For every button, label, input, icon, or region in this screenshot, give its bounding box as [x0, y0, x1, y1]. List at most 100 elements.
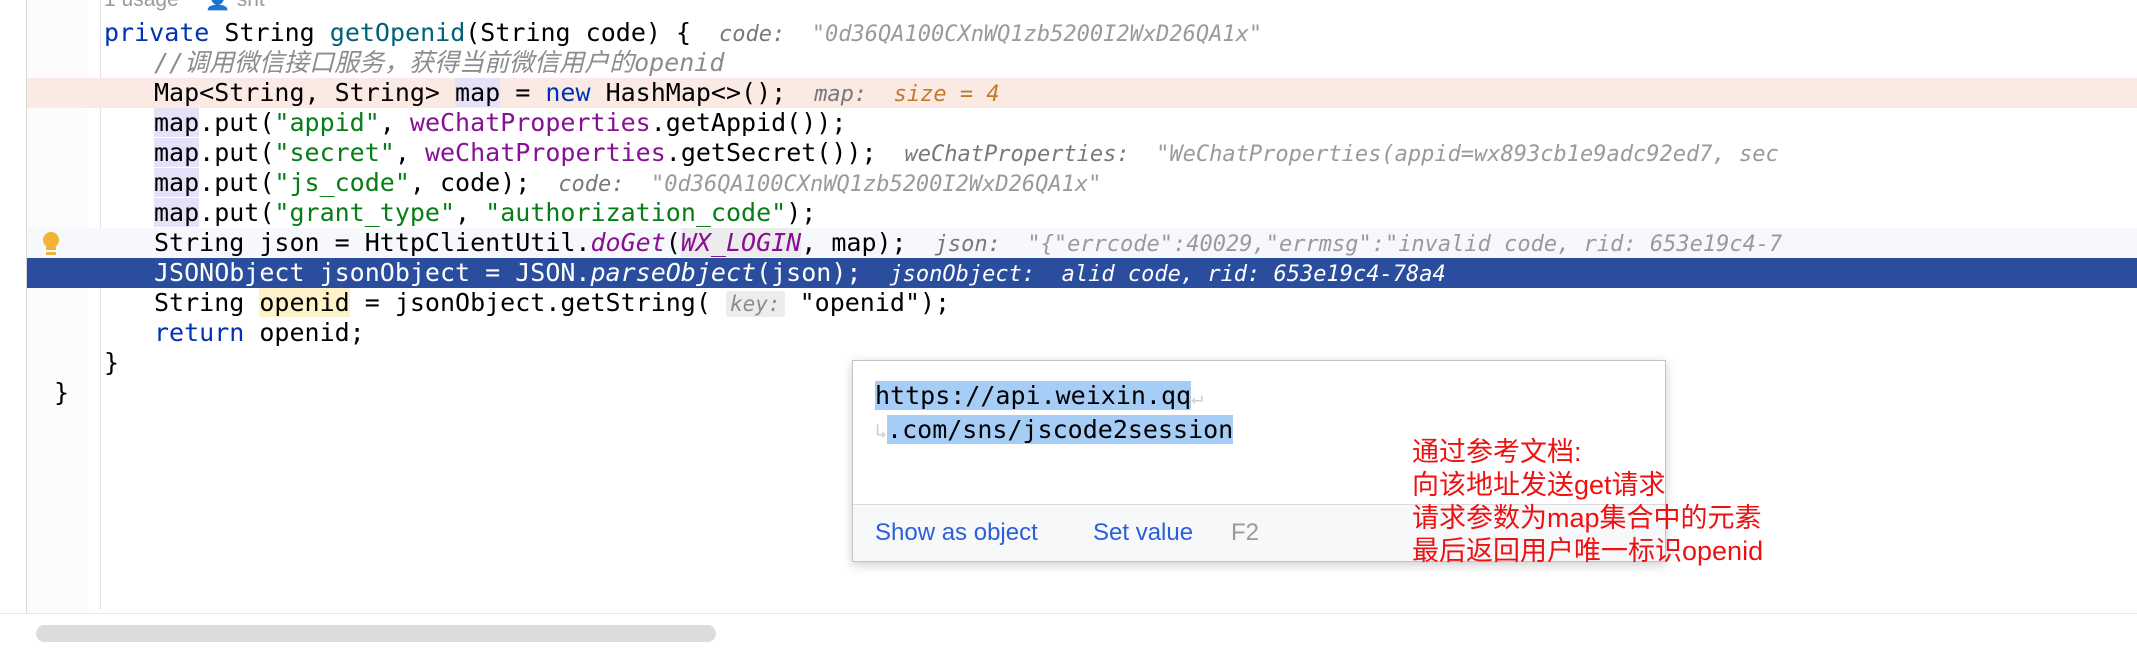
- line-put-secret-seg-5: .getSecret());: [665, 138, 877, 167]
- line-put-secret-seg-2: "secret": [274, 138, 395, 167]
- line-close-class-seg-0: }: [54, 378, 70, 407]
- line-put-granttype-seg-3: ,: [455, 198, 486, 227]
- line-parseobject-hint-key: jsonObject:: [889, 262, 1062, 287]
- line-put-jscode-seg-3: , code);: [409, 168, 531, 197]
- line-put-jscode-seg-0: map: [154, 168, 200, 197]
- line-doget-text: String json = HttpClientUtil.doGet(WX_LO…: [154, 228, 907, 258]
- line-signature-hint-value: "0d36QA100CXnWQ1zb5200I2WxD26QA1x": [811, 22, 1263, 47]
- line-signature-seg-2: getOpenid: [329, 18, 466, 47]
- wrap-arrow-icon: ↵: [1191, 385, 1204, 409]
- line-put-secret-seg-1: .put(: [199, 138, 275, 167]
- line-doget-hint-key: json:: [934, 232, 1028, 257]
- line-getstring-text: String openid = jsonObject.getString( ke…: [154, 288, 950, 319]
- line-parseobject-inline-hint[interactable]: jsonObject: alid code, rid: 653e19c4-78a…: [889, 258, 1445, 290]
- line-put-granttype[interactable]: map.put("grant_type", "authorization_cod…: [0, 198, 2137, 228]
- line-put-jscode-hint-value: "0d36QA100CXnWQ1zb5200I2WxD26QA1x": [651, 172, 1102, 197]
- annotation-line-0: 通过参考文档:: [1412, 437, 1582, 467]
- line-map-decl-inline-hint[interactable]: map: size = 4: [814, 78, 999, 110]
- line-getstring-seg-2: = jsonObject.getString(: [349, 288, 726, 317]
- line-put-secret-seg-3: ,: [394, 138, 425, 167]
- line-getstring-seg-0: String: [154, 288, 260, 317]
- line-doget-seg-0: String json = HttpClientUtil.: [154, 228, 591, 257]
- show-as-object-link[interactable]: Show as object: [875, 519, 1038, 547]
- line-doget-inline-hint[interactable]: json: "{"errcode":40029,"errmsg":"invali…: [935, 228, 1783, 260]
- line-map-decl-seg-4: HashMap<>();: [605, 78, 787, 107]
- line-put-jscode[interactable]: map.put("js_code", code); code: "0d36QA10…: [0, 168, 2137, 198]
- line-put-appid[interactable]: map.put("appid", weChatProperties.getApp…: [0, 108, 2137, 138]
- line-getstring[interactable]: String openid = jsonObject.getString( ke…: [0, 288, 2137, 318]
- line-put-appid-seg-4: weChatProperties: [409, 108, 651, 137]
- annotation-line-1: 向该地址发送get请求: [1412, 470, 1666, 500]
- line-getstring-seg-3: key:: [725, 291, 785, 317]
- line-map-decl-text: Map<String, String> map = new HashMap<>(…: [154, 78, 786, 108]
- set-value-shortcut-label: F2: [1231, 519, 1260, 546]
- line-return[interactable]: return openid;: [0, 318, 2137, 348]
- line-doget-seg-1: doGet: [590, 228, 666, 257]
- set-value-link[interactable]: Set value: [1093, 519, 1193, 547]
- line-doget-seg-4: , map);: [801, 228, 907, 257]
- code-comment: //调用微信接口服务，获得当前微信用户的openid: [154, 48, 725, 77]
- line-put-jscode-seg-2: "js_code": [274, 168, 410, 197]
- line-parseobject-text: JSONObject jsonObject = JSON.parseObject…: [154, 258, 861, 288]
- line-return-text: return openid;: [154, 318, 365, 348]
- line-put-secret-hint-value: "WeChatProperties(appid=wx893cb1e9adc92e…: [1156, 142, 1779, 167]
- line-put-secret-seg-4: weChatProperties: [424, 138, 666, 167]
- line-doget-seg-3: WX_LOGIN: [680, 228, 802, 257]
- line-signature-hint-key: code:: [719, 22, 812, 47]
- ide-editor-screen: 1 usage👤 sht private String getOpenid(St…: [0, 0, 2137, 664]
- line-doget[interactable]: String json = HttpClientUtil.doGet(WX_LO…: [0, 228, 2137, 258]
- line-parseobject-seg-1: parseObject: [590, 258, 757, 287]
- line-signature-seg-1: String: [224, 18, 330, 47]
- line-put-secret-hint-key: weChatProperties:: [904, 142, 1157, 167]
- line-put-jscode-hint-key: code:: [558, 172, 652, 197]
- popup-url-line-1: https://api.weixin.qq↵: [875, 381, 1204, 410]
- line-parseobject-hint-value: alid code, rid: 653e19c4-78a4: [1061, 262, 1446, 287]
- line-map-decl-seg-2: =: [500, 78, 546, 107]
- popup-url-line-2: ↳.com/sns/jscode2session: [875, 415, 1234, 444]
- line-parseobject-seg-0: JSONObject jsonObject = JSON.: [154, 258, 591, 287]
- line-put-secret[interactable]: map.put("secret", weChatProperties.getSe…: [0, 138, 2137, 168]
- line-put-secret-text: map.put("secret", weChatProperties.getSe…: [154, 138, 877, 168]
- line-comment-text: //调用微信接口服务，获得当前微信用户的openid: [154, 48, 724, 78]
- wrap-arrow-icon-2: ↳: [875, 419, 888, 443]
- line-getstring-seg-4: "openid");: [784, 288, 951, 317]
- red-annotation-note: 通过参考文档: 向该地址发送get请求 请求参数为map集合中的元素 最后返回用户唯一…: [1412, 436, 1763, 568]
- line-signature-text: private String getOpenid(String code) {: [104, 18, 691, 48]
- line-comment[interactable]: //调用微信接口服务，获得当前微信用户的openid: [0, 48, 2137, 78]
- line-put-granttype-seg-5: );: [786, 198, 817, 227]
- line-close-method-seg-0: }: [104, 348, 120, 377]
- line-map-decl[interactable]: Map<String, String> map = new HashMap<>(…: [0, 78, 2137, 108]
- line-doget-hint-value: "{"errcode":40029,"errmsg":"invalid code…: [1027, 232, 1783, 257]
- line-put-secret-seg-0: map: [154, 138, 200, 167]
- line-put-granttype-seg-2: "grant_type": [274, 198, 456, 227]
- line-put-jscode-inline-hint[interactable]: code: "0d36QA100CXnWQ1zb5200I2WxD26QA1x": [558, 168, 1101, 200]
- line-put-granttype-seg-0: map: [154, 198, 200, 227]
- line-parseobject[interactable]: JSONObject jsonObject = JSON.parseObject…: [0, 258, 2137, 288]
- line-parseobject-seg-2: (json);: [756, 258, 862, 287]
- line-put-granttype-seg-4: "authorization_code": [485, 198, 787, 227]
- line-close-class-text: }: [54, 378, 69, 408]
- line-put-granttype-text: map.put("grant_type", "authorization_cod…: [154, 198, 816, 228]
- line-close-method-text: }: [104, 348, 119, 378]
- line-signature-seg-0: private: [104, 18, 225, 47]
- line-signature-inline-hint[interactable]: code: "0d36QA100CXnWQ1zb5200I2WxD26QA1x": [719, 18, 1262, 50]
- line-map-decl-hint-value: size = 4: [893, 82, 1000, 107]
- line-put-appid-seg-1: .put(: [199, 108, 275, 137]
- horizontal-scrollbar[interactable]: [36, 625, 716, 642]
- line-return-seg-1: openid;: [259, 318, 365, 347]
- line-put-jscode-seg-1: .put(: [199, 168, 275, 197]
- line-signature[interactable]: private String getOpenid(String code) { c…: [0, 18, 2137, 48]
- line-map-decl-seg-3: new: [545, 78, 606, 107]
- line-put-secret-inline-hint[interactable]: weChatProperties: "WeChatProperties(appi…: [905, 138, 1779, 170]
- line-map-decl-seg-1: map: [455, 78, 501, 107]
- line-put-appid-seg-5: .getAppid());: [650, 108, 847, 137]
- line-doget-seg-2: (: [665, 228, 681, 257]
- line-getstring-seg-1: openid: [259, 288, 350, 317]
- line-put-appid-seg-0: map: [154, 108, 200, 137]
- line-signature-seg-3: (String code) {: [465, 18, 692, 47]
- line-put-appid-seg-2: "appid": [274, 108, 380, 137]
- line-return-seg-0: return: [154, 318, 260, 347]
- line-map-decl-hint-key: map:: [814, 82, 894, 107]
- line-map-decl-seg-0: Map<String, String>: [154, 78, 456, 107]
- line-put-jscode-text: map.put("js_code", code);: [154, 168, 530, 198]
